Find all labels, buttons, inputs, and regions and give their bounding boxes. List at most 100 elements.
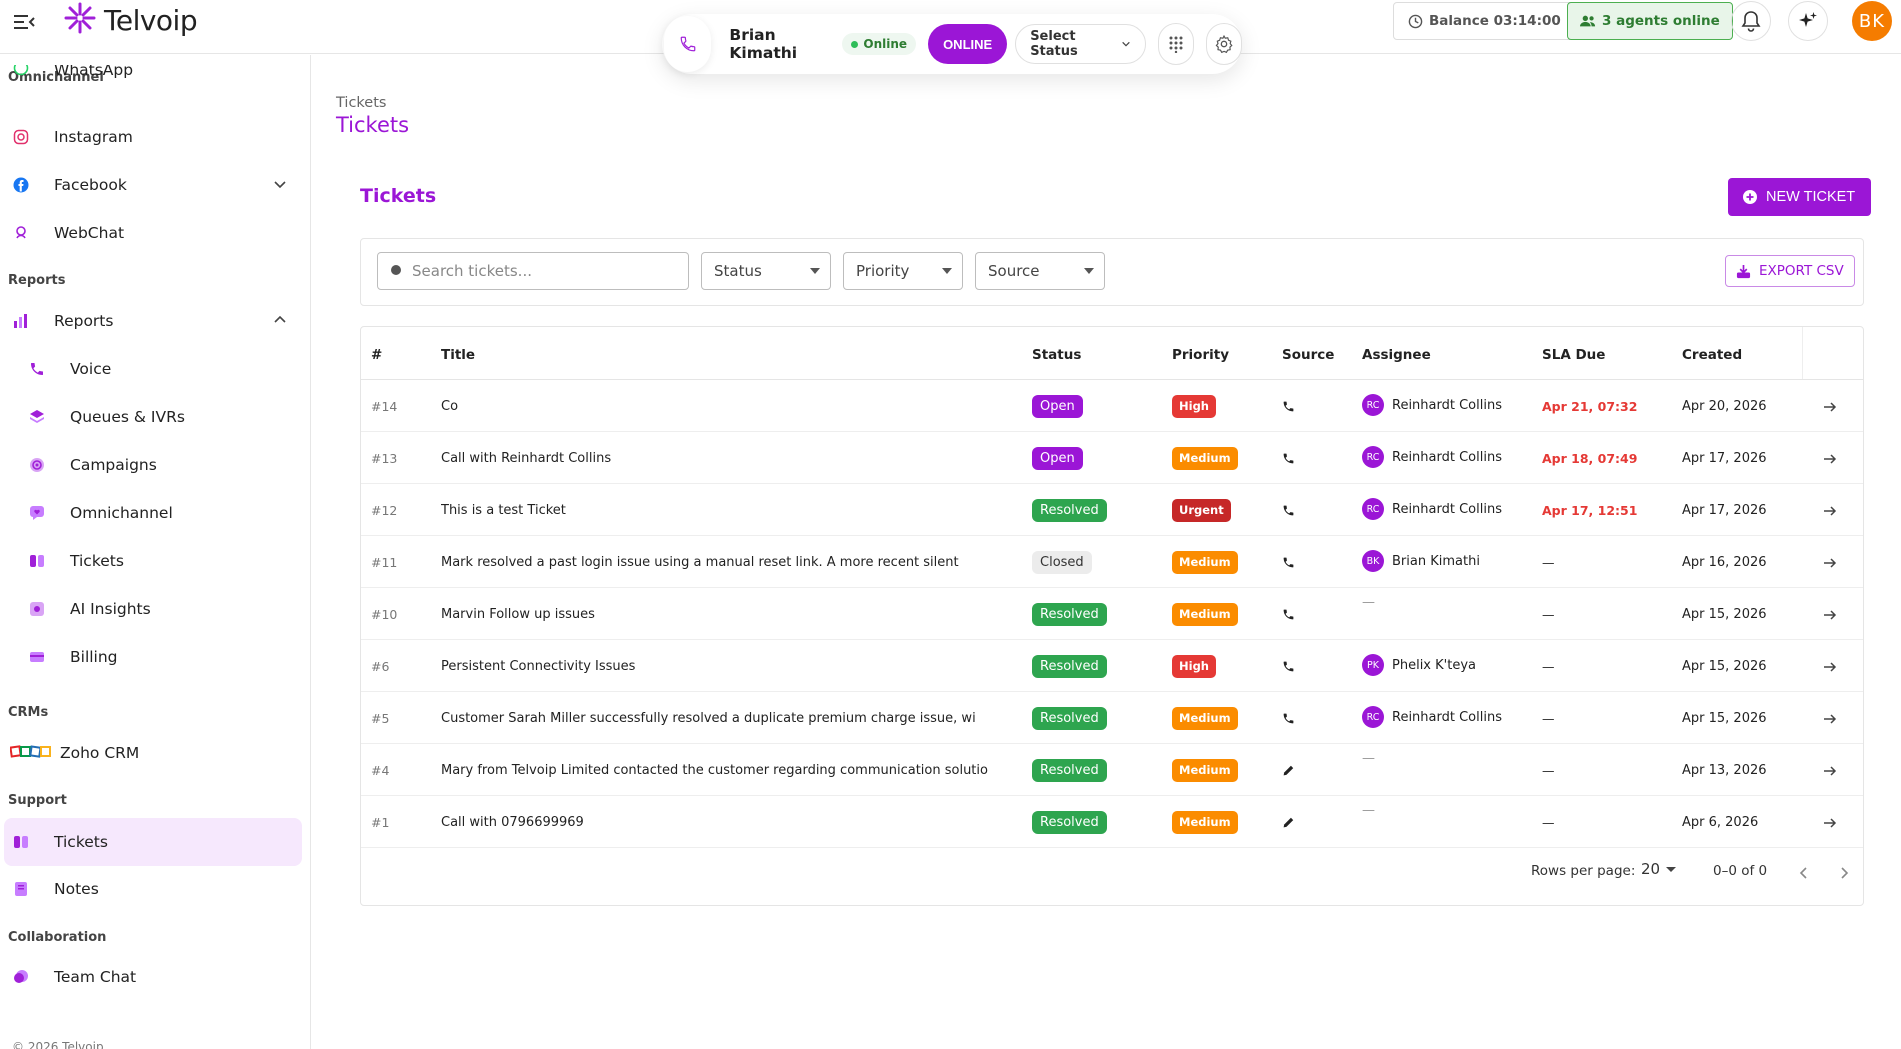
col-header-source[interactable]: Source — [1282, 347, 1334, 363]
created-date: Apr 15, 2026 — [1682, 710, 1767, 726]
balance-indicator: Balance 03:14:00 — [1393, 2, 1576, 40]
assignee-empty: — — [1362, 750, 1375, 766]
phone-icon — [1282, 484, 1295, 536]
table-row[interactable]: #4 Mary from Telvoip Limited contacted th… — [361, 744, 1863, 796]
priority-cell: Medium — [1172, 536, 1238, 588]
phone-icon — [1282, 536, 1295, 588]
table-row[interactable]: #6 Persistent Connectivity Issues Resolved… — [361, 640, 1863, 692]
ticket-title[interactable]: Mark resolved a past login issue using a… — [441, 536, 1011, 588]
target-icon — [28, 456, 46, 474]
arrow-right-icon[interactable] — [1823, 503, 1837, 522]
avatar: RC — [1362, 706, 1384, 728]
ticket-title[interactable]: This is a test Ticket — [441, 484, 1011, 536]
breadcrumb[interactable]: Tickets — [336, 95, 386, 111]
sidebar-item-tickets-report[interactable]: Tickets — [4, 538, 302, 584]
chevron-left-icon[interactable] — [1797, 865, 1811, 884]
sidebar-item-team-chat[interactable]: Team Chat — [4, 954, 302, 1000]
sidebar-item-facebook[interactable]: Facebook — [4, 162, 302, 208]
priority-filter[interactable]: Priority — [843, 252, 963, 290]
search-input[interactable] — [412, 262, 662, 280]
table-row[interactable]: #13 Call with Reinhardt Collins Open Medium… — [361, 432, 1863, 484]
ai-sparkle-icon[interactable] — [1788, 1, 1828, 41]
col-header-sla[interactable]: SLA Due — [1542, 347, 1605, 363]
ticket-title[interactable]: Mary from Telvoip Limited contacted the … — [441, 744, 1011, 796]
sidebar-item-ai-insights[interactable]: AI Insights — [4, 586, 302, 632]
arrow-right-icon[interactable] — [1823, 607, 1837, 626]
arrow-right-icon[interactable] — [1823, 711, 1837, 730]
arrow-right-icon[interactable] — [1823, 555, 1837, 574]
col-header-priority[interactable]: Priority — [1172, 347, 1229, 363]
sidebar-item-queues[interactable]: Queues & IVRs — [4, 394, 302, 440]
ticket-title[interactable]: Marvin Follow up issues — [441, 588, 1011, 640]
rows-per-page-label: Rows per page: — [1531, 863, 1636, 879]
arrow-right-icon[interactable] — [1823, 815, 1837, 834]
export-csv-button[interactable]: EXPORT CSV — [1725, 255, 1855, 287]
priority-cell: Urgent — [1172, 484, 1231, 536]
col-header-num[interactable]: # — [371, 347, 382, 363]
arrow-right-icon[interactable] — [1823, 659, 1837, 678]
priority-badge: Medium — [1172, 810, 1238, 834]
sidebar-item-reports[interactable]: Reports — [4, 298, 302, 344]
search-box[interactable] — [377, 252, 689, 290]
ticket-title[interactable]: Customer Sarah Miller successfully resol… — [441, 692, 1011, 744]
ticket-title-text: This is a test Ticket — [441, 502, 566, 518]
sidebar-item-label: Tickets — [70, 552, 124, 570]
ticket-title-text: Mary from Telvoip Limited contacted the … — [441, 762, 988, 778]
sidebar-item-label: WebChat — [54, 224, 125, 242]
status-cell: Open — [1032, 432, 1083, 484]
brand-logo[interactable]: Telvoip — [62, 2, 198, 38]
avatar: RC — [1362, 446, 1384, 468]
rows-per-page-select[interactable]: 20 — [1641, 860, 1677, 878]
sidebar-item-instagram[interactable]: Instagram — [4, 114, 302, 160]
col-header-status[interactable]: Status — [1032, 347, 1081, 363]
table-row[interactable]: #11 Mark resolved a past login issue usin… — [361, 536, 1863, 588]
ticket-title[interactable]: Co — [441, 380, 1011, 432]
table-row[interactable]: #10 Marvin Follow up issues Resolved Medium… — [361, 588, 1863, 640]
download-icon — [1736, 264, 1751, 278]
source-filter[interactable]: Source — [975, 252, 1105, 290]
col-header-title[interactable]: Title — [441, 347, 475, 363]
col-header-created[interactable]: Created — [1682, 347, 1742, 363]
sidebar-item-whatsapp[interactable]: WhatsApp — [4, 65, 302, 87]
credit-card-icon — [28, 648, 46, 666]
status-badge: Open — [1032, 394, 1083, 418]
app-root: Telvoip Brian Kimathi Online ONLINE Sele… — [0, 0, 1901, 1049]
arrow-right-icon[interactable] — [1823, 451, 1837, 470]
table-row[interactable]: #1 Call with 0796699969 Resolved Medium — — Ap… — [361, 796, 1863, 848]
user-avatar[interactable]: BK — [1852, 1, 1892, 41]
chevron-up-icon — [274, 315, 286, 323]
sidebar-item-voice[interactable]: Voice — [4, 346, 302, 392]
arrow-right-icon[interactable] — [1823, 399, 1837, 418]
new-ticket-button[interactable]: NEW TICKET — [1728, 178, 1872, 216]
brand-name: Telvoip — [104, 3, 198, 37]
table-row[interactable]: #14 Co Open High RC Reinhardt Collins Apr 21, … — [361, 380, 1863, 432]
col-header-assignee[interactable]: Assignee — [1362, 347, 1431, 363]
sidebar-item-zoho[interactable]: Zoho CRM — [4, 730, 302, 776]
assignee-name: Reinhardt Collins — [1392, 501, 1502, 517]
ticket-number: #13 — [371, 450, 398, 466]
ticket-number: #6 — [371, 658, 390, 674]
sidebar-item-label: Facebook — [54, 176, 127, 194]
agents-online-button[interactable]: 3 agents online — [1567, 2, 1733, 40]
chevron-right-icon[interactable] — [1837, 865, 1851, 884]
bell-icon[interactable] — [1731, 1, 1771, 41]
status-cell: Resolved — [1032, 744, 1107, 796]
section-support: Support — [8, 793, 67, 808]
menu-toggle-icon[interactable] — [13, 12, 35, 32]
team-chat-icon — [12, 968, 30, 986]
status-filter[interactable]: Status — [701, 252, 831, 290]
avatar: PK — [1362, 654, 1384, 676]
sidebar-item-notes[interactable]: Notes — [4, 866, 302, 912]
arrow-right-icon[interactable] — [1823, 763, 1837, 782]
ticket-title[interactable]: Persistent Connectivity Issues — [441, 640, 1011, 692]
sidebar-item-webchat[interactable]: WebChat — [4, 210, 302, 256]
sidebar-item-campaigns[interactable]: Campaigns — [4, 442, 302, 488]
ticket-number: #1 — [371, 814, 390, 830]
sidebar-item-billing[interactable]: Billing — [4, 634, 302, 680]
ticket-title[interactable]: Call with 0796699969 — [441, 796, 1011, 848]
sidebar-item-tickets[interactable]: Tickets — [4, 818, 302, 866]
table-row[interactable]: #5 Customer Sarah Miller successfully res… — [361, 692, 1863, 744]
table-row[interactable]: #12 This is a test Ticket Resolved Urgent RC… — [361, 484, 1863, 536]
sidebar-item-omnichannel[interactable]: Omnichannel — [4, 490, 302, 536]
ticket-title[interactable]: Call with Reinhardt Collins — [441, 432, 1011, 484]
